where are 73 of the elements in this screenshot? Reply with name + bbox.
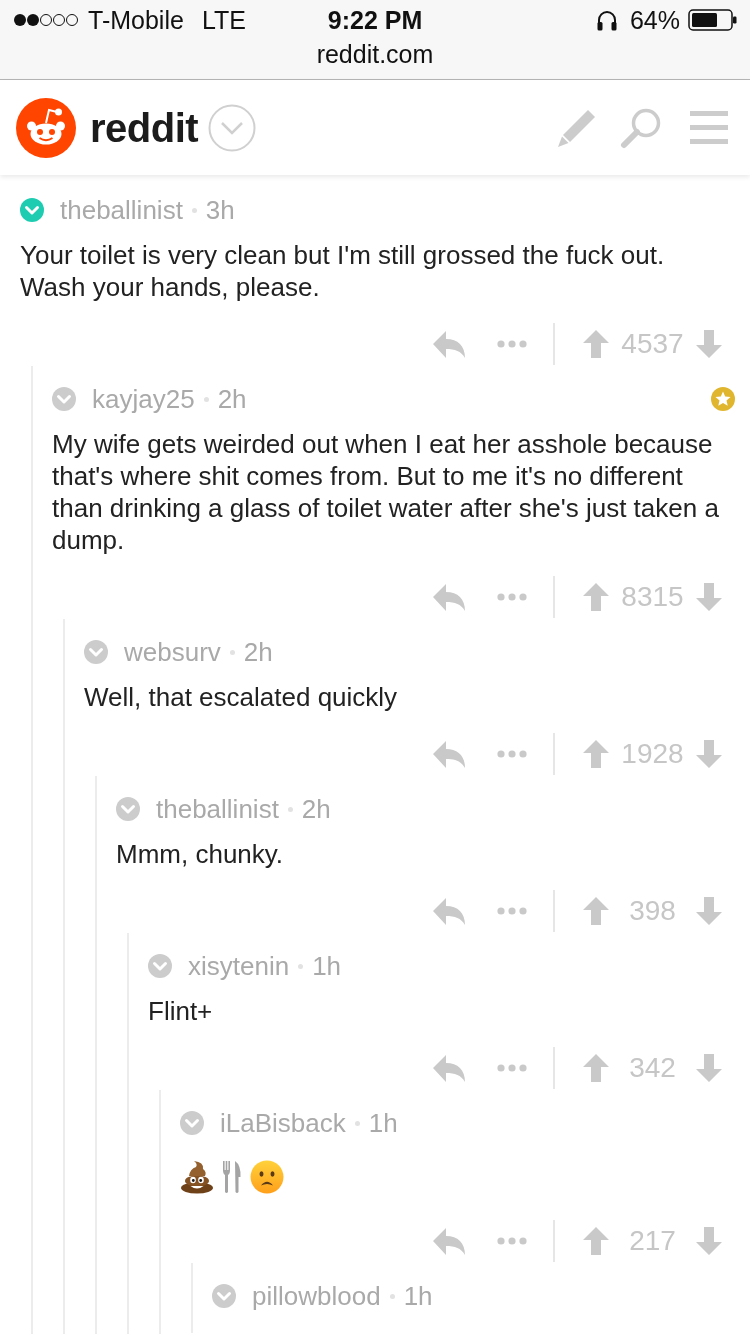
logo-wordmark[interactable]: reddit — [90, 104, 199, 151]
reply-icon[interactable] — [433, 330, 465, 358]
vote-count: 1928 — [620, 737, 685, 771]
reply-icon[interactable] — [433, 740, 465, 768]
comment-age: 2h — [217, 383, 247, 415]
collapse-toggle-icon[interactable] — [52, 387, 76, 411]
down-arrow-icon[interactable] — [696, 1054, 722, 1082]
comment-text: Your toilet is very clean but I'm still grossed the fuck out. Wash your hands, please. — [20, 239, 666, 303]
menu-icon[interactable] — [690, 111, 728, 144]
down-arrow-icon[interactable] — [696, 1227, 722, 1255]
comment-age: 2h — [301, 793, 331, 825]
dropdown-icon[interactable] — [208, 103, 257, 152]
vote-count: 8315 — [620, 580, 685, 614]
battery-percent: 64% — [629, 5, 680, 35]
more-icon[interactable] — [497, 1237, 527, 1245]
more-icon[interactable] — [497, 593, 527, 601]
comment-age: 1h — [312, 950, 342, 982]
up-arrow-icon[interactable] — [583, 1054, 609, 1082]
up-arrow-icon[interactable] — [583, 897, 609, 925]
up-arrow-icon[interactable] — [583, 330, 609, 358]
collapse-toggle-icon[interactable] — [116, 797, 140, 821]
down-arrow-icon[interactable] — [696, 583, 722, 611]
comment-author[interactable]: xisytenin — [188, 950, 290, 982]
comment-text: Flint+ — [148, 995, 214, 1027]
down-arrow-icon[interactable] — [696, 740, 722, 768]
carrier-name: T-Mobile — [88, 5, 184, 35]
comment-author[interactable]: theballinist — [156, 793, 279, 825]
collapse-toggle-icon[interactable] — [148, 954, 172, 978]
more-icon[interactable] — [497, 907, 527, 915]
comment-age: 3h — [205, 194, 235, 226]
frowning-face-icon — [250, 1160, 284, 1194]
search-icon[interactable] — [620, 106, 662, 149]
comment-text: My wife gets weirded out when I eat her asshole because that's where shit comes from. But to me it's no different than drinking a glass of toilet water after she's just taken a dump. — [52, 428, 720, 556]
reply-icon[interactable] — [433, 1227, 465, 1255]
vote-count: 4537 — [620, 327, 685, 361]
reply-icon[interactable] — [433, 1054, 465, 1082]
up-arrow-icon[interactable] — [583, 1227, 609, 1255]
network-type: LTE — [201, 5, 246, 35]
up-arrow-icon[interactable] — [583, 740, 609, 768]
more-icon[interactable] — [497, 750, 527, 758]
signal-icon — [13, 13, 80, 27]
comment-author[interactable]: kayjay25 — [92, 383, 195, 415]
comment-author[interactable]: iLaBisback — [220, 1107, 346, 1139]
collapse-toggle-icon[interactable] — [212, 1284, 236, 1308]
pencil-icon[interactable] — [557, 107, 597, 148]
poop-emoji-icon — [180, 1160, 214, 1194]
collapse-toggle-icon[interactable] — [20, 198, 44, 222]
comment-age: 1h — [368, 1107, 398, 1139]
fork-and-knife-icon — [222, 1160, 242, 1194]
vote-count: 398 — [628, 894, 677, 928]
down-arrow-icon[interactable] — [696, 330, 722, 358]
alien-logo-icon[interactable] — [16, 97, 76, 158]
comment-author[interactable]: pillowblood — [252, 1280, 381, 1312]
comment-author[interactable]: theballinist — [60, 194, 183, 226]
reply-icon[interactable] — [433, 897, 465, 925]
comment-age: 1h — [403, 1280, 433, 1312]
vote-count: 217 — [628, 1224, 677, 1258]
comment-text: Mmm, chunky. — [116, 838, 285, 870]
up-arrow-icon[interactable] — [583, 583, 609, 611]
battery-icon — [688, 9, 737, 31]
collapse-toggle-icon[interactable] — [84, 640, 108, 664]
collapse-toggle-icon[interactable] — [180, 1111, 204, 1135]
down-arrow-icon[interactable] — [696, 897, 722, 925]
comment-author[interactable]: websurv — [124, 636, 221, 668]
more-icon[interactable] — [497, 340, 527, 348]
comment-text: Well, that escalated quickly — [84, 681, 399, 713]
comment-age: 2h — [243, 636, 273, 668]
vote-count: 342 — [628, 1051, 677, 1085]
url-text[interactable]: reddit.com — [316, 40, 434, 68]
clock-time: 9:22 PM — [327, 5, 423, 35]
reply-icon[interactable] — [433, 583, 465, 611]
more-icon[interactable] — [497, 1064, 527, 1072]
headphones-icon — [595, 9, 618, 31]
